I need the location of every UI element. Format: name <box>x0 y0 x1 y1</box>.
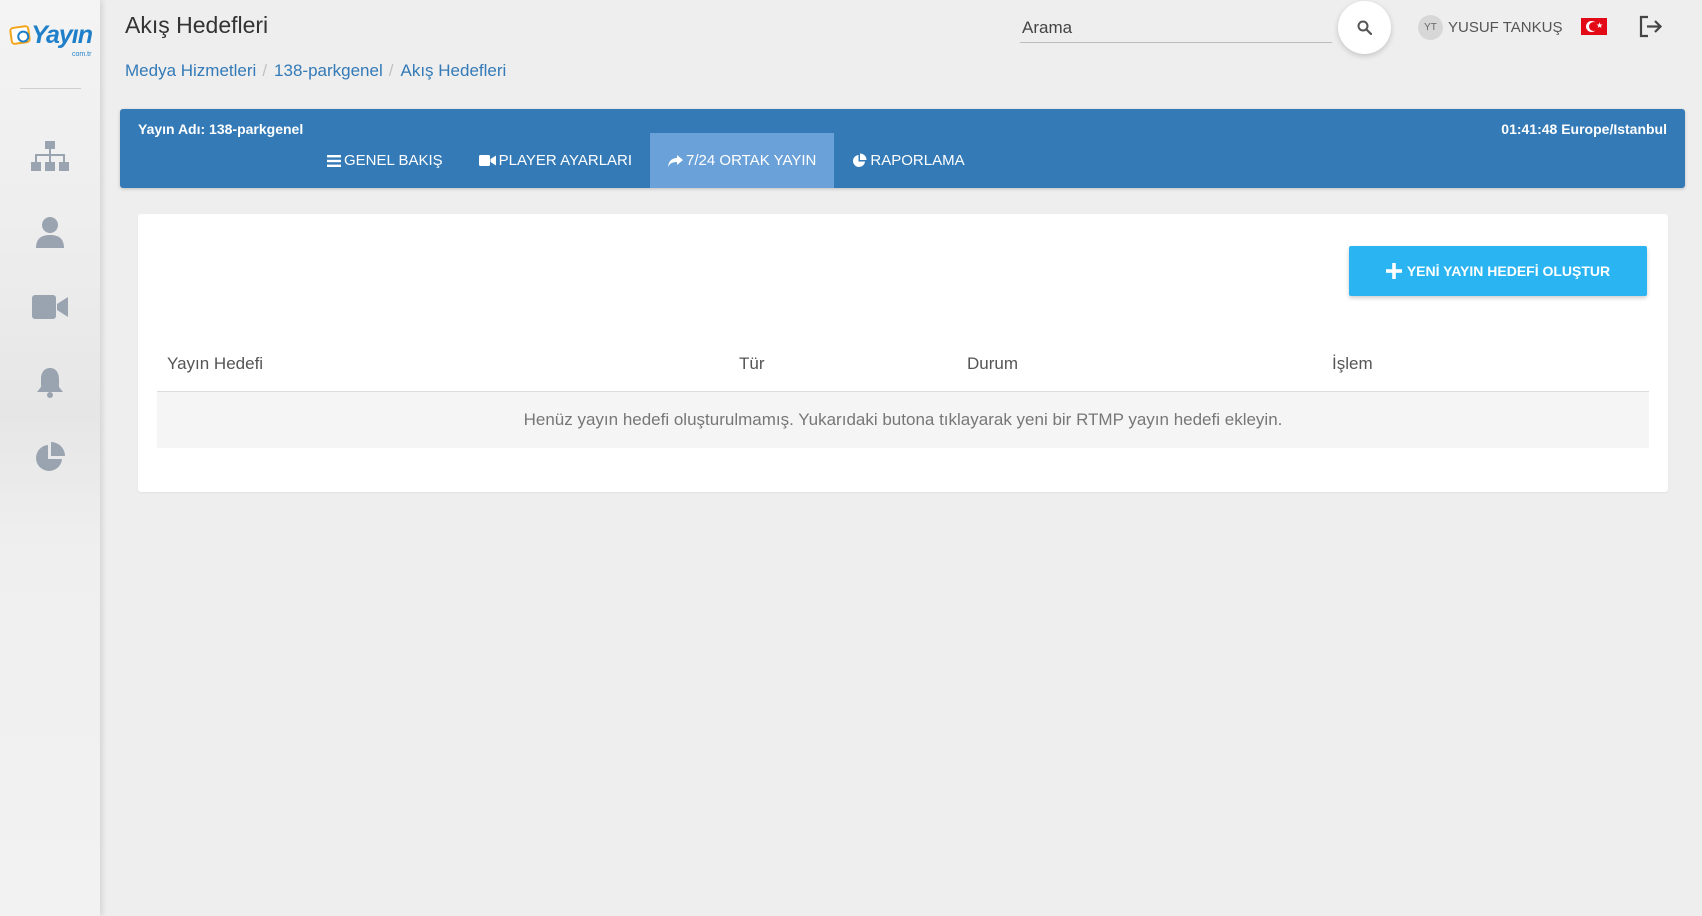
avatar: YT <box>1418 15 1443 40</box>
brand-logo[interactable]: Yayın com.tr <box>8 18 93 58</box>
list-icon <box>327 154 341 167</box>
sidebar: Yayın com.tr <box>0 0 100 916</box>
sidebar-item-reports[interactable] <box>30 437 70 477</box>
pie-chart-icon <box>36 442 65 471</box>
column-header-action: İşlem <box>1332 354 1373 373</box>
sidebar-item-users[interactable] <box>30 212 70 252</box>
tab-player-settings[interactable]: PLAYER AYARLARI <box>461 133 650 188</box>
tab-label: GENEL BAKIŞ <box>344 152 443 169</box>
create-stream-target-button[interactable]: YENİ YAYIN HEDEFİ OLUŞTUR <box>1349 246 1647 296</box>
breadcrumb: Medya Hizmetleri / 138-parkgenel / Akış … <box>125 61 506 81</box>
logout-button[interactable] <box>1638 14 1664 40</box>
tab-label: 7/24 ORTAK YAYIN <box>686 152 817 169</box>
breadcrumb-separator: / <box>388 61 394 80</box>
tab-reporting[interactable]: RAPORLAMA <box>834 133 982 188</box>
tab-shared-broadcast[interactable]: 7/24 ORTAK YAYIN <box>650 133 835 188</box>
page-title: Akış Hedefleri <box>125 12 269 38</box>
table-header: Yayın Hedefi Tür Durum İşlem <box>157 354 1649 392</box>
user-icon <box>36 217 64 248</box>
logo-mark-icon <box>8 24 32 46</box>
search-input[interactable] <box>1020 13 1332 43</box>
content-card: YENİ YAYIN HEDEFİ OLUŞTUR Yayın Hedefi T… <box>138 214 1668 492</box>
breadcrumb-item-current[interactable]: Akış Hedefleri <box>400 61 506 81</box>
search-icon <box>1357 20 1372 35</box>
column-header-target: Yayın Hedefi <box>167 354 264 373</box>
breadcrumb-separator: / <box>262 61 268 80</box>
sidebar-item-videos[interactable] <box>30 287 70 327</box>
breadcrumb-item-stream[interactable]: 138-parkgenel <box>274 61 383 81</box>
sitemap-icon <box>31 141 69 171</box>
button-label: YENİ YAYIN HEDEFİ OLUŞTUR <box>1406 263 1611 279</box>
user-name: YUSUF TANKUŞ <box>1448 19 1563 36</box>
tab-label: PLAYER AYARLARI <box>498 152 633 169</box>
sidebar-divider <box>20 88 81 89</box>
plus-icon <box>1385 263 1402 279</box>
server-time: 01:41:48 Europe/Istanbul <box>1501 121 1667 137</box>
tab-label: RAPORLAMA <box>870 152 965 169</box>
empty-state-message: Henüz yayın hedefi oluşturulmamış. Yukar… <box>157 392 1649 448</box>
logo-text: Yayın <box>31 20 93 49</box>
logo-subtext: com.tr <box>72 51 92 58</box>
tab-overview[interactable]: GENEL BAKIŞ <box>309 133 461 188</box>
share-icon <box>668 154 684 167</box>
user-menu[interactable]: YT YUSUF TANKUŞ <box>1418 15 1562 40</box>
logout-icon <box>1639 15 1663 38</box>
stream-name: Yayın Adı: 138-parkgenel <box>138 121 304 137</box>
breadcrumb-item-media-services[interactable]: Medya Hizmetleri <box>125 61 256 81</box>
pie-chart-icon <box>853 153 867 167</box>
column-header-status: Durum <box>967 354 1019 373</box>
sidebar-item-notifications[interactable] <box>30 362 70 402</box>
search-button[interactable] <box>1338 1 1391 54</box>
stream-tabs: GENEL BAKIŞ PLAYER AYARLARI 7/24 ORTAK Y… <box>309 133 983 188</box>
video-camera-icon <box>32 295 68 319</box>
bell-icon <box>37 368 63 398</box>
video-camera-icon <box>478 155 496 166</box>
stream-info-bar: Yayın Adı: 138-parkgenel 01:41:48 Europe… <box>120 109 1685 188</box>
column-header-type: Tür <box>739 354 765 373</box>
turkey-flag-icon[interactable]: ★ <box>1581 18 1607 35</box>
sidebar-item-hierarchy[interactable] <box>30 137 70 177</box>
